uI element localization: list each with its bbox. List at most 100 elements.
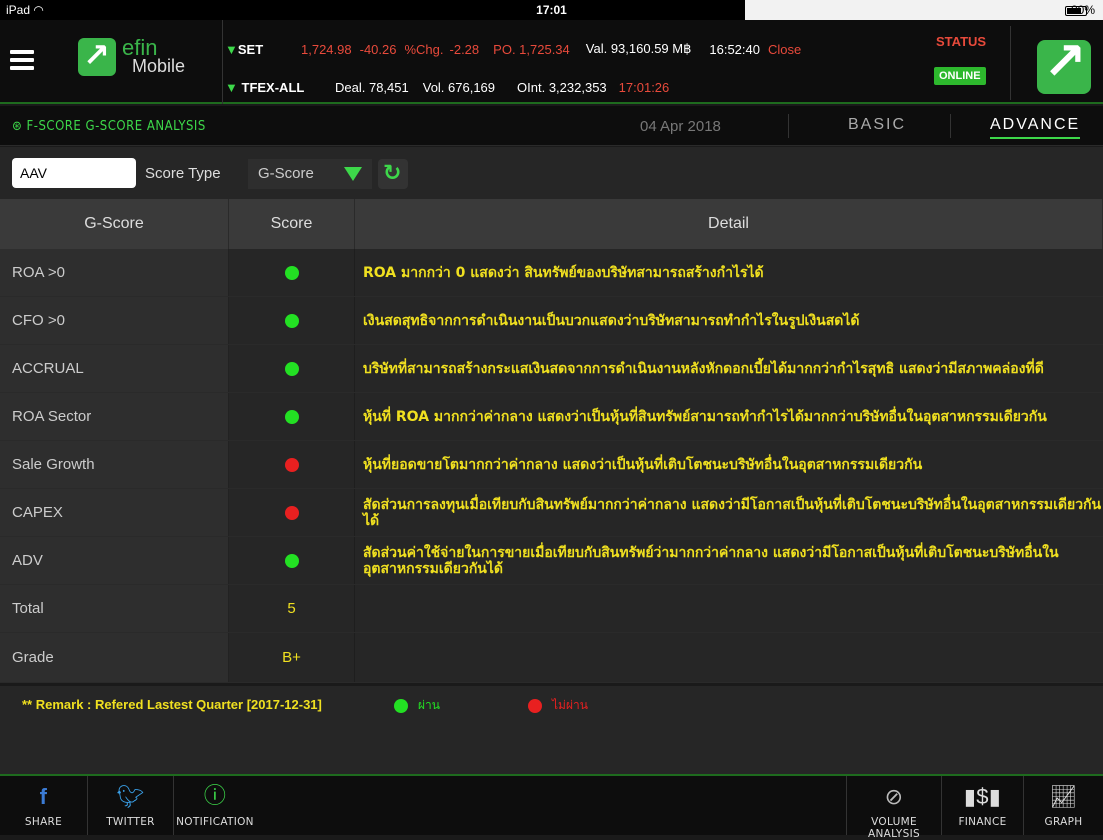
criterion-name: ADV <box>0 537 229 584</box>
alert-circle-icon: ⓘ <box>203 783 227 808</box>
finance-chart-icon: ▮$▮ <box>963 784 1002 809</box>
red-dot-icon <box>284 457 299 472</box>
set-ticker-row: ▼SET 1,724.98 -40.26 %Chg. -2.28 PO. 1,7… <box>225 41 802 57</box>
criterion-name: ACCRUAL <box>0 345 229 392</box>
total-label: Total <box>0 585 229 632</box>
set-po: PO. 1,725.34 <box>493 41 570 57</box>
down-triangle-icon: ▼ <box>225 79 238 95</box>
tab-advance[interactable]: ADVANCE <box>990 116 1081 139</box>
gauge-icon: ⊛ <box>12 119 23 134</box>
tab-basic[interactable]: BASIC <box>848 116 906 134</box>
tfex-time: 17:01:26 <box>618 79 670 95</box>
total-row: Total 5 <box>0 585 1103 633</box>
score-type-label: Score Type <box>145 165 221 182</box>
red-dot-icon <box>528 698 542 713</box>
market-ticker: ▼SET 1,724.98 -40.26 %Chg. -2.28 PO. 1,7… <box>222 20 924 104</box>
table-row: ROA >0 ROA มากกว่า 0 แสดงว่า สินทรัพย์ของ… <box>0 249 1103 297</box>
set-value: Val. 93,160.59 M฿ <box>585 41 692 56</box>
battery-icon <box>1065 6 1087 16</box>
total-value: 5 <box>287 600 296 617</box>
table-row: ROA Sector หุ้นที่ ROA มากกว่าค่ากลาง แสด… <box>0 393 1103 441</box>
gscore-table: G-Score Score Detail ROA >0 ROA มากกว่า 0… <box>0 199 1103 683</box>
battery-indicator: 80% <box>1065 3 1095 17</box>
filter-controls: Score Type G-Score ↻ <box>0 147 1103 199</box>
efin-brand-icon <box>1010 26 1094 100</box>
efin-logo: efinMobile <box>78 36 185 76</box>
set-index: 1,724.98 <box>301 41 352 57</box>
volume-analysis-button[interactable]: ⊘ VOLUME ANALYSIS <box>846 776 942 840</box>
criterion-name: Sale Growth <box>0 441 229 488</box>
green-dot-icon <box>284 313 299 328</box>
remark-bar: ** Remark : Refered Lastest Quarter [201… <box>0 686 1103 722</box>
criterion-detail: สัดส่วนค่าใช้จ่ายในการขายเมื่อเทียบกับสิ… <box>363 544 1059 577</box>
down-triangle-icon: ▼ <box>225 41 238 57</box>
green-dot-icon <box>284 553 299 568</box>
connection-status: STATUS ONLINE <box>930 34 1006 85</box>
grade-row: Grade B+ <box>0 633 1103 683</box>
status-badge: ONLINE <box>934 67 986 85</box>
facebook-icon: f <box>39 784 48 809</box>
red-dot-icon <box>284 505 299 520</box>
ios-status-bar: iPad ◠ 17:01 80% <box>0 0 1103 20</box>
tfex-ticker-row: ▼ TFEX-ALL Deal. 78,451 Vol. 676,169 OIn… <box>225 79 670 95</box>
twitter-icon: 🐦︎ <box>116 784 145 809</box>
remark-text: ** Remark : Refered Lastest Quarter [201… <box>22 697 322 712</box>
tfex-oint: OInt. 3,232,353 <box>517 79 607 95</box>
green-dot-icon <box>284 409 299 424</box>
legend-fail: ไม่ผ่าน <box>528 696 588 715</box>
criterion-name: ROA Sector <box>0 393 229 440</box>
green-dot-icon <box>284 265 299 280</box>
bottom-toolbar: f SHARE 🐦︎ TWITTER ⓘ NOTIFICATION ⊘ VOLU… <box>0 774 1103 840</box>
twitter-button[interactable]: 🐦︎ TWITTER <box>88 776 174 835</box>
column-header-gscore: G-Score <box>0 199 229 249</box>
share-button[interactable]: f SHARE <box>0 776 88 835</box>
set-state: Close <box>767 41 802 57</box>
criterion-detail: ROA มากกว่า 0 แสดงว่า สินทรัพย์ของบริษัท… <box>363 264 764 281</box>
column-header-detail: Detail <box>355 199 1103 249</box>
criterion-detail: สัดส่วนการลงทุนเมื่อเทียบกับสินทรัพย์มาก… <box>363 496 1102 529</box>
set-change: -40.26 <box>359 41 397 57</box>
tfex-vol: Vol. 676,169 <box>422 79 496 95</box>
table-row: CAPEX สัดส่วนการลงทุนเมื่อเทียบกับสินทรัพ… <box>0 489 1103 537</box>
set-pct-label: %Chg. <box>404 41 444 57</box>
criterion-detail: บริษัทที่สามารถสร้างกระแสเงินสดจากการดำเ… <box>363 360 1044 377</box>
line-graph-icon: 📈︎ <box>1049 784 1078 809</box>
green-dot-icon <box>394 698 408 713</box>
page-titlebar: ⊛ F-SCORE G-SCORE ANALYSIS 04 Apr 2018 B… <box>0 106 1103 146</box>
criterion-detail: หุ้นที่ ROA มากกว่าค่ากลาง แสดงว่าเป็นหุ… <box>363 408 1047 425</box>
green-dot-icon <box>284 361 299 376</box>
criterion-name: CAPEX <box>0 489 229 536</box>
set-pct: -2.28 <box>449 41 480 57</box>
volume-analysis-icon: ⊘ <box>884 784 904 809</box>
refresh-icon: ↻ <box>383 160 402 185</box>
criterion-detail: เงินสดสุทธิจากการดำเนินงานเป็นบวกแสดงว่า… <box>363 312 860 329</box>
empty-area <box>0 722 1103 774</box>
symbol-input[interactable] <box>12 158 136 188</box>
score-type-dropdown[interactable]: G-Score <box>248 159 372 189</box>
column-header-score: Score <box>229 199 355 249</box>
notification-button[interactable]: ⓘ NOTIFICATION <box>174 776 256 835</box>
score-type-value: G-Score <box>258 165 314 182</box>
table-row: Sale Growth หุ้นที่ยอดขายโตมากกว่าค่ากลาง… <box>0 441 1103 489</box>
dropdown-arrow-icon <box>344 167 362 181</box>
finance-button[interactable]: ▮$▮ FINANCE <box>942 776 1024 835</box>
graph-button[interactable]: 📈︎ GRAPH <box>1024 776 1103 835</box>
table-row: ADV สัดส่วนค่าใช้จ่ายในการขายเมื่อเทียบกั… <box>0 537 1103 585</box>
criterion-name: ROA >0 <box>0 249 229 296</box>
table-header: G-Score Score Detail <box>0 199 1103 249</box>
page-title: ⊛ F-SCORE G-SCORE ANALYSIS <box>12 119 206 134</box>
refresh-button[interactable]: ↻ <box>378 159 408 189</box>
grade-value: B+ <box>282 649 301 666</box>
criterion-detail: หุ้นที่ยอดขายโตมากกว่าค่ากลาง แสดงว่าเป็… <box>363 456 923 473</box>
table-row: ACCRUAL บริษัทที่สามารถสร้างกระแสเงินสดจา… <box>0 345 1103 393</box>
legend-pass: ผ่าน <box>394 696 440 715</box>
app-header: efinMobile ▼SET 1,724.98 -40.26 %Chg. -2… <box>0 20 1103 104</box>
analysis-date: 04 Apr 2018 <box>640 118 721 135</box>
table-row: CFO >0 เงินสดสุทธิจากการดำเนินงานเป็นบวกแ… <box>0 297 1103 345</box>
criterion-name: CFO >0 <box>0 297 229 344</box>
set-time: 16:52:40 <box>709 41 760 57</box>
grade-label: Grade <box>0 633 229 682</box>
status-label: STATUS <box>936 34 987 49</box>
tfex-deal: Deal. 78,451 <box>335 79 409 95</box>
hamburger-menu-icon[interactable] <box>10 50 34 70</box>
